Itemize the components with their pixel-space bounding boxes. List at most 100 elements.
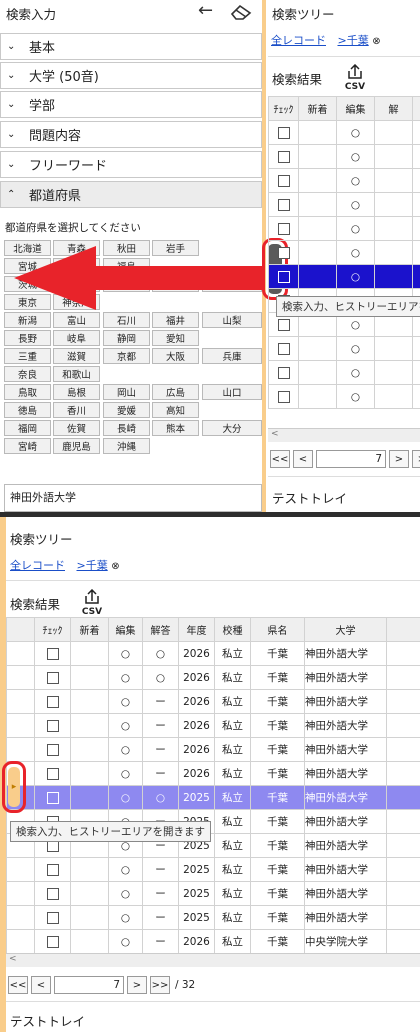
row-checkbox[interactable] bbox=[46, 647, 59, 660]
row-checkbox[interactable] bbox=[277, 246, 290, 259]
crumb-chiba-link[interactable]: >千葉 bbox=[338, 34, 369, 47]
csv-export-icon[interactable]: CSV bbox=[343, 63, 367, 92]
row-checkbox[interactable] bbox=[46, 863, 59, 876]
edit-cell[interactable]: ○ bbox=[108, 881, 143, 906]
prefecture-button[interactable]: 滋賀 bbox=[53, 348, 100, 364]
prefecture-button[interactable]: 奈良 bbox=[4, 366, 51, 382]
table-row[interactable]: ○ ○ 2025 私立 千葉 神田外語大学 bbox=[6, 785, 420, 810]
scroll-left-icon[interactable]: < bbox=[9, 954, 17, 964]
prefecture-button[interactable]: 和歌山 bbox=[53, 366, 100, 382]
prefecture-button[interactable]: 静岡 bbox=[103, 330, 150, 346]
row-checkbox[interactable] bbox=[46, 791, 59, 804]
edit-cell[interactable]: ○ bbox=[108, 761, 143, 786]
prefecture-button[interactable]: 鹿児島 bbox=[53, 438, 100, 454]
table-row[interactable]: ○ bbox=[268, 216, 420, 241]
prefecture-button[interactable]: 石川 bbox=[103, 312, 150, 328]
table-row[interactable]: ○ bbox=[268, 384, 420, 409]
prefecture-button[interactable]: 徳島 bbox=[4, 402, 51, 418]
prefecture-button[interactable]: 島根 bbox=[53, 384, 100, 400]
row-checkbox[interactable] bbox=[277, 390, 290, 403]
column-header[interactable]: 県名 bbox=[250, 617, 305, 642]
prefecture-button[interactable]: 京都 bbox=[103, 348, 150, 364]
eraser-icon[interactable] bbox=[230, 4, 252, 20]
edit-cell[interactable]: ○ bbox=[108, 689, 143, 714]
row-checkbox[interactable] bbox=[46, 695, 59, 708]
open-history-button-highlight[interactable]: ▸ bbox=[2, 761, 26, 813]
column-header[interactable]: 年度 bbox=[178, 617, 215, 642]
prefecture-button[interactable]: 岐阜 bbox=[53, 330, 100, 346]
prev-page-button[interactable]: < bbox=[293, 450, 313, 468]
row-checkbox[interactable] bbox=[46, 767, 59, 780]
row-checkbox[interactable] bbox=[46, 743, 59, 756]
edit-cell[interactable]: ○ bbox=[336, 168, 375, 193]
row-checkbox[interactable] bbox=[277, 126, 290, 139]
column-header[interactable]: ﾁｪｯｸ bbox=[34, 617, 71, 642]
table-row[interactable]: ○ ー 2026 私立 千葉 神田外語大学 bbox=[6, 713, 420, 738]
table-row[interactable]: ○ー2025私立千葉神田外語大学 bbox=[6, 857, 420, 882]
table-row[interactable]: ○ bbox=[268, 120, 420, 145]
table-row[interactable]: ○ー2025私立千葉神田外語大学 bbox=[6, 881, 420, 906]
prefecture-button[interactable]: 沖縄 bbox=[103, 438, 150, 454]
edit-cell[interactable]: ○ bbox=[108, 665, 143, 690]
table-row[interactable]: ○ ー 2026 私立 千葉 神田外語大学 bbox=[6, 761, 420, 786]
row-checkbox[interactable] bbox=[277, 366, 290, 379]
column-header[interactable]: 大学 bbox=[304, 617, 387, 642]
row-checkbox[interactable] bbox=[277, 198, 290, 211]
prefecture-button[interactable]: 福岡 bbox=[4, 420, 51, 436]
column-header[interactable]: 解答 bbox=[142, 617, 179, 642]
edit-cell[interactable]: ○ bbox=[336, 144, 375, 169]
edit-cell[interactable]: ○ bbox=[336, 360, 375, 385]
csv-export-icon[interactable]: CSV bbox=[80, 588, 104, 617]
edit-cell[interactable]: ○ bbox=[108, 905, 143, 930]
first-page-button[interactable]: << bbox=[8, 976, 28, 994]
row-checkbox[interactable] bbox=[277, 222, 290, 235]
edit-cell[interactable]: ○ bbox=[336, 240, 375, 265]
edit-cell[interactable]: ○ bbox=[108, 929, 143, 954]
prefecture-button[interactable]: 三重 bbox=[4, 348, 51, 364]
all-records-link[interactable]: 全レコード bbox=[271, 34, 326, 47]
column-header[interactable]: 解 bbox=[374, 96, 413, 121]
column-header[interactable]: 新着 bbox=[298, 96, 337, 121]
row-checkbox[interactable] bbox=[46, 719, 59, 732]
edit-cell[interactable]: ○ bbox=[336, 384, 375, 409]
row-checkbox[interactable] bbox=[277, 318, 290, 331]
edit-cell[interactable]: ○ bbox=[336, 216, 375, 241]
prefecture-button[interactable]: 福井 bbox=[152, 312, 199, 328]
table-row[interactable]: ○ bbox=[268, 240, 420, 265]
row-checkbox[interactable] bbox=[277, 150, 290, 163]
accordion-2[interactable]: ⌄ 学部 bbox=[0, 91, 262, 118]
prefecture-button[interactable]: 山梨 bbox=[202, 312, 262, 328]
prefecture-button[interactable]: 広島 bbox=[152, 384, 199, 400]
prefecture-button[interactable]: 長野 bbox=[4, 330, 51, 346]
crumb-remove-icon[interactable]: ⊗ bbox=[372, 36, 380, 47]
edit-cell[interactable]: ○ bbox=[108, 713, 143, 738]
row-checkbox[interactable] bbox=[277, 342, 290, 355]
prefecture-button[interactable]: 鳥取 bbox=[4, 384, 51, 400]
page-input[interactable]: 7 bbox=[316, 450, 386, 468]
edit-cell[interactable]: ○ bbox=[336, 120, 375, 145]
prefecture-button[interactable]: 岡山 bbox=[103, 384, 150, 400]
table-row[interactable]: ○ bbox=[268, 144, 420, 169]
edit-cell[interactable]: ○ bbox=[336, 336, 375, 361]
column-header[interactable]: ﾁｪｯｸ bbox=[268, 96, 299, 121]
prefecture-button[interactable]: 愛媛 bbox=[103, 402, 150, 418]
column-header[interactable]: 新着 bbox=[70, 617, 109, 642]
first-page-button[interactable]: << bbox=[270, 450, 290, 468]
last-page-button[interactable]: >> bbox=[150, 976, 170, 994]
accordion-1[interactable]: ⌄ 大学 (50音) bbox=[0, 62, 262, 89]
prefecture-button[interactable]: 佐賀 bbox=[53, 420, 100, 436]
row-checkbox[interactable] bbox=[277, 270, 290, 283]
table-row[interactable]: ○ bbox=[268, 360, 420, 385]
prefecture-button[interactable]: 長崎 bbox=[103, 420, 150, 436]
prefecture-button[interactable]: 大阪 bbox=[152, 348, 199, 364]
accordion-3[interactable]: ⌄ 問題内容 bbox=[0, 121, 262, 148]
all-records-link[interactable]: 全レコード bbox=[10, 559, 65, 572]
prefecture-button[interactable]: 兵庫 bbox=[202, 348, 262, 364]
row-checkbox[interactable] bbox=[46, 911, 59, 924]
edit-cell[interactable]: ○ bbox=[108, 785, 143, 810]
prev-page-button[interactable]: < bbox=[31, 976, 51, 994]
edit-cell[interactable]: ○ bbox=[108, 857, 143, 882]
row-checkbox[interactable] bbox=[46, 887, 59, 900]
prefecture-button[interactable]: 熊本 bbox=[152, 420, 199, 436]
table-row[interactable]: ○ ー 2026 私立 千葉 神田外語大学 bbox=[6, 737, 420, 762]
